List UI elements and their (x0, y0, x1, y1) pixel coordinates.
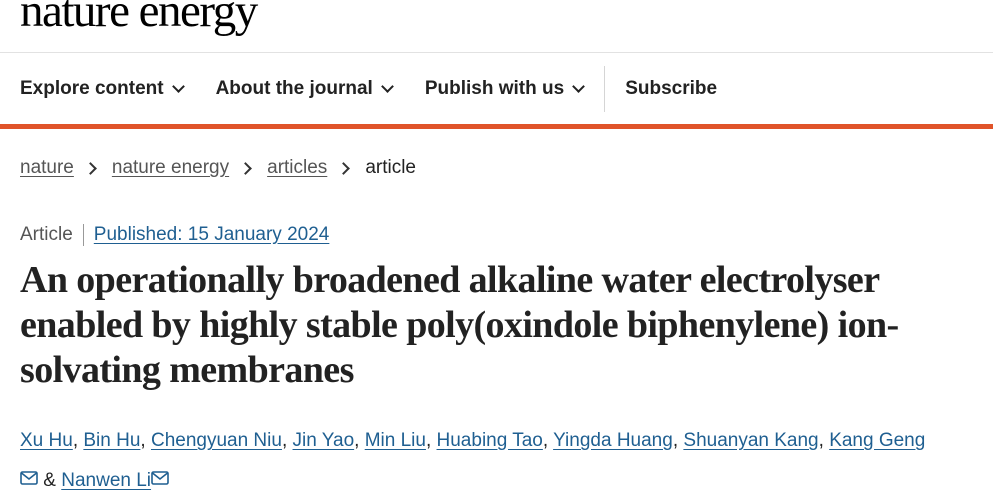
breadcrumb: nature nature energy articles article (20, 157, 416, 179)
chevron-down-icon (171, 79, 185, 93)
author-link[interactable]: Huabing Tao (437, 430, 543, 451)
author-separator: , (425, 430, 432, 451)
journal-logo[interactable]: nature energy (20, 0, 258, 38)
author-link[interactable]: Yingda Huang (553, 430, 673, 451)
accent-bar (0, 124, 993, 129)
author-separator: , (542, 430, 549, 451)
author-conjunction: & (43, 470, 56, 491)
author-separator: , (354, 430, 360, 451)
chevron-down-icon (380, 79, 394, 93)
nav-about-the-journal[interactable]: About the journal (215, 77, 394, 100)
nav-divider (604, 65, 606, 112)
nav-publish-with-us[interactable]: Publish with us (424, 77, 586, 100)
author-link[interactable]: Xu Hu (20, 430, 73, 451)
chevron-right-icon (239, 161, 252, 175)
breadcrumb-nature-energy[interactable]: nature energy (112, 157, 229, 179)
envelope-icon[interactable] (20, 471, 38, 485)
author-link[interactable]: Shuanyan Kang (683, 430, 818, 451)
breadcrumb-articles[interactable]: articles (267, 157, 327, 179)
chevron-right-icon (84, 161, 97, 175)
breadcrumb-nature[interactable]: nature (20, 157, 74, 179)
article-type: Article (20, 224, 84, 246)
author-separator: , (672, 430, 679, 451)
nav-subscribe[interactable]: Subscribe (625, 78, 717, 100)
author-link[interactable]: Min Liu (365, 430, 426, 451)
nav-explore-content-label: Explore content (20, 77, 164, 99)
author-link[interactable]: Nanwen Li (61, 470, 151, 491)
article-meta: Article Published: 15 January 2024 (20, 224, 329, 246)
author-link[interactable]: Bin Hu (83, 430, 140, 451)
nav-subscribe-label: Subscribe (625, 77, 718, 99)
author-list: Xu Hu, Bin Hu, Chengyuan Niu, Jin Yao, M… (20, 421, 980, 501)
author-link[interactable]: Chengyuan Niu (151, 430, 282, 451)
article-title: An operationally broadened alkaline wate… (20, 259, 899, 391)
chevron-down-icon (572, 79, 586, 93)
author-separator: , (818, 430, 824, 451)
nav-explore-content[interactable]: Explore content (20, 77, 185, 100)
chevron-right-icon (337, 161, 351, 175)
published-date-link[interactable]: Published: 15 January 2024 (94, 224, 330, 246)
author-separator: , (140, 430, 146, 451)
site-header: nature energy (0, 0, 993, 53)
envelope-icon[interactable] (151, 471, 169, 485)
nav-publish-with-us-label: Publish with us (424, 77, 565, 99)
nav-about-the-journal-label: About the journal (215, 77, 373, 99)
author-separator: , (281, 430, 288, 451)
author-link[interactable]: Kang Geng (829, 430, 925, 451)
breadcrumb-current: article (365, 157, 416, 178)
main-nav: Explore content About the journal Publis… (0, 53, 993, 124)
author-separator: , (72, 430, 79, 451)
author-link[interactable]: Jin Yao (293, 430, 355, 451)
